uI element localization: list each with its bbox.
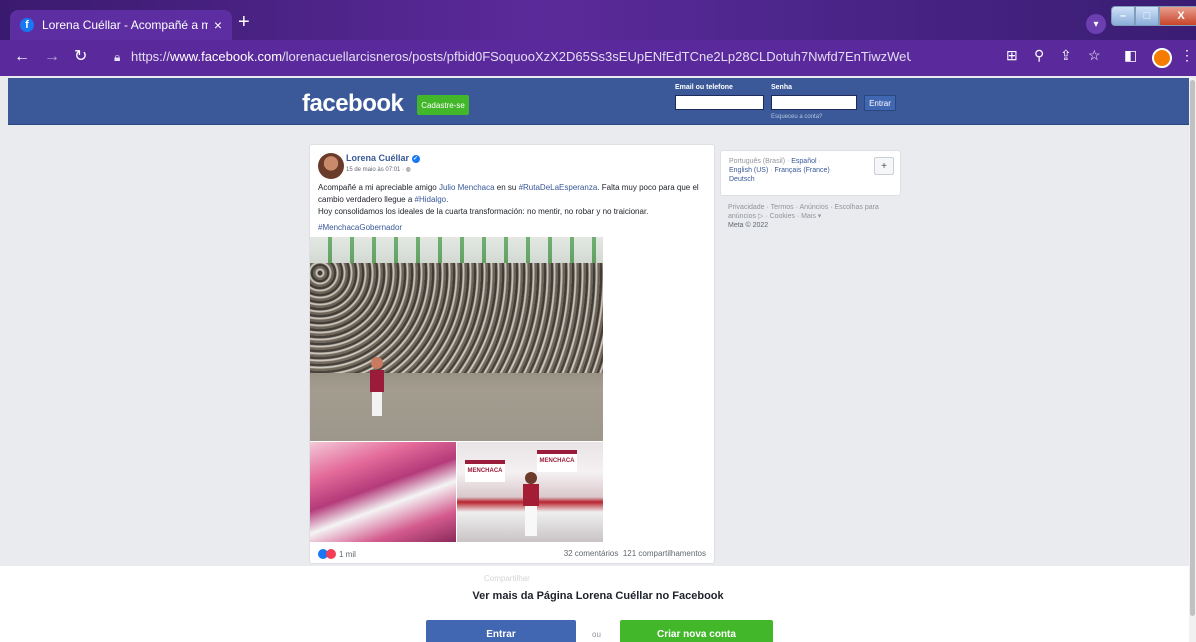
url-text[interactable]: https://www.facebook.com/lorenacuellarci…: [131, 49, 911, 64]
mention-link[interactable]: Julio Menchaca: [439, 183, 495, 192]
footer-links[interactable]: Privacidade · Termos · Anúncios · Escolh…: [728, 203, 903, 230]
share-icon[interactable]: ⇪: [1060, 47, 1072, 64]
browser-tab[interactable]: f Lorena Cuéllar - Acompañé a mi ×: [10, 10, 232, 40]
password-label: Senha: [771, 84, 793, 91]
or-text: ou: [592, 630, 601, 639]
password-field[interactable]: [771, 95, 857, 110]
post-photo-left[interactable]: [310, 442, 456, 542]
photo-roof: [310, 237, 603, 263]
new-tab-button[interactable]: +: [238, 12, 250, 32]
page-scrollbar[interactable]: [1189, 78, 1196, 642]
tab-title: Lorena Cuéllar - Acompañé a mi: [42, 18, 208, 32]
forward-arrow-icon[interactable]: →: [44, 48, 60, 66]
photo-woman: [523, 472, 539, 538]
zoom-icon[interactable]: ⚲: [1034, 47, 1044, 64]
overlay-title: Ver mais da Página Lorena Cuéllar no Fac…: [472, 590, 724, 602]
create-account-button[interactable]: Criar nova conta: [620, 620, 773, 642]
post-card: Lorena Cuéllar ✓ 15 de maio às 07:01 · ◍…: [309, 144, 715, 564]
verified-badge-icon: ✓: [411, 154, 420, 163]
love-reaction-icon: [326, 549, 336, 559]
maximize-button[interactable]: □: [1135, 6, 1159, 26]
language-link[interactable]: Español: [791, 158, 816, 165]
translate-icon[interactable]: ⊞: [1006, 47, 1018, 64]
forgot-account-link[interactable]: Esqueceu a conta?: [771, 114, 822, 120]
language-link[interactable]: Français (France): [775, 167, 830, 174]
facebook-logo[interactable]: facebook: [302, 90, 404, 118]
tab-close-icon[interactable]: ×: [214, 17, 222, 33]
header-login-button[interactable]: Entrar: [864, 95, 896, 111]
language-link[interactable]: Deutsch: [729, 176, 755, 183]
more-languages-button[interactable]: +: [874, 157, 894, 175]
photo-sign: MENCHACA: [537, 450, 577, 472]
bookmark-star-icon[interactable]: ☆: [1088, 47, 1101, 64]
email-field[interactable]: [675, 95, 764, 110]
login-button[interactable]: Entrar: [426, 620, 576, 642]
share-ghost-text: Compartilhar: [484, 574, 530, 583]
post-date[interactable]: 15 de maio às 07:01 · ◍: [346, 166, 411, 173]
shares-count[interactable]: 121 compartilhamentos: [623, 549, 706, 558]
language-link[interactable]: English (US): [729, 167, 768, 174]
hashtag-link[interactable]: #RutaDeLaEsperanza: [519, 183, 598, 192]
menu-kebab-icon[interactable]: ⋮: [1180, 47, 1194, 64]
author-name[interactable]: Lorena Cuéllar ✓: [346, 153, 420, 163]
hashtag-link[interactable]: #Hidalgo: [415, 195, 447, 204]
side-panel-icon[interactable]: ◧: [1124, 47, 1137, 64]
scrollbar-thumb[interactable]: [1190, 80, 1195, 616]
tab-search-chevron-icon[interactable]: ▾: [1086, 14, 1106, 34]
reactions-summary[interactable]: 1 mil: [318, 549, 356, 559]
profile-avatar[interactable]: [1152, 48, 1172, 68]
signup-button[interactable]: Cadastre-se: [417, 95, 469, 115]
facebook-favicon-icon: f: [20, 18, 34, 32]
window-controls: – □ X: [1111, 6, 1196, 26]
photo-sign: MENCHACA: [465, 460, 505, 482]
reload-icon[interactable]: ↻: [74, 48, 87, 66]
browser-tab-bar: f Lorena Cuéllar - Acompañé a mi × + ▾ –…: [0, 0, 1196, 40]
hashtag-link[interactable]: #MenchacaGobernador: [318, 222, 402, 234]
facebook-header: [8, 78, 1196, 125]
photo-crowd: [310, 263, 603, 373]
minimize-button[interactable]: –: [1111, 6, 1135, 26]
close-window-button[interactable]: X: [1159, 6, 1196, 26]
email-label: Email ou telefone: [675, 84, 733, 91]
engagement-counts: 32 comentários 121 compartilhamentos: [564, 549, 706, 558]
post-photo-right[interactable]: MENCHACA MENCHACA: [457, 442, 603, 542]
comments-count[interactable]: 32 comentários: [564, 549, 619, 558]
public-globe-icon: ◍: [405, 167, 411, 173]
post-photo-main[interactable]: [310, 237, 603, 441]
back-arrow-icon[interactable]: ←: [14, 48, 30, 66]
lock-icon[interactable]: 🔒︎: [114, 50, 120, 65]
author-avatar[interactable]: [318, 153, 344, 179]
meta-copyright: Meta © 2022: [728, 222, 769, 229]
post-text: Acompañé a mi apreciable amigo Julio Men…: [318, 183, 699, 234]
photo-speaker: [370, 357, 384, 417]
